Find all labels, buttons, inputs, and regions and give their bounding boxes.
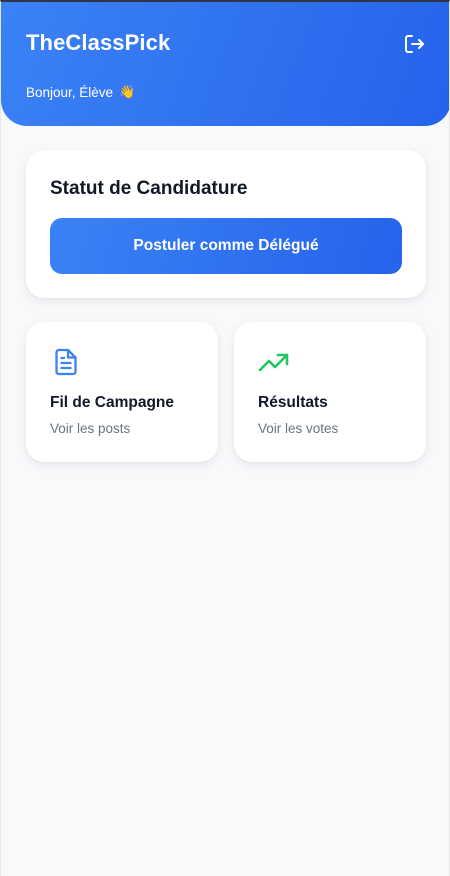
- campaign-feed-title: Fil de Campagne: [50, 394, 175, 411]
- results-subtitle: Voir les votes: [258, 421, 339, 436]
- greeting-text: Bonjour, Élève: [26, 84, 114, 100]
- results-title: Résultats: [258, 394, 328, 411]
- app-header: TheClassPick Bonjour, Élève 👋: [1, 2, 449, 126]
- campaign-feed-tile[interactable]: Fil de Campagne Voir les posts: [26, 322, 218, 462]
- document-icon: [55, 348, 77, 376]
- campaign-feed-subtitle: Voir les posts: [50, 421, 131, 436]
- greeting: Bonjour, Élève 👋: [26, 84, 135, 100]
- logout-icon: [405, 35, 424, 53]
- results-tile[interactable]: Résultats Voir les votes: [234, 322, 426, 462]
- trending-up-icon: [258, 353, 289, 372]
- application-status-card: Statut de Candidature Postuler comme Dél…: [26, 150, 426, 298]
- app-title: TheClassPick: [26, 30, 171, 55]
- wave-icon: 👋: [119, 84, 136, 99]
- application-status-title: Statut de Candidature: [50, 178, 248, 199]
- apply-as-delegate-button[interactable]: Postuler comme Délégué: [50, 218, 402, 274]
- logout-button[interactable]: [400, 30, 428, 58]
- app-screen: TheClassPick Bonjour, Élève 👋 Statut de …: [0, 0, 450, 876]
